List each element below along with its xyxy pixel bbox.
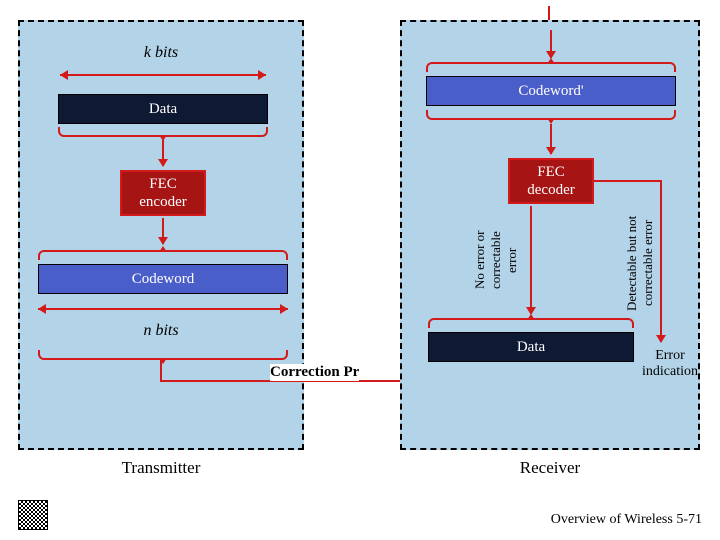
channel-path	[160, 360, 162, 382]
arrow-decoder-to-error	[660, 180, 662, 342]
transmitter-panel: k bits Data FEC encoder Codeword n bits …	[18, 20, 304, 450]
data-bottom-brace	[58, 127, 268, 137]
arrow-codeword-to-decoder	[550, 124, 552, 154]
fec-encoder-block: FEC encoder	[120, 170, 206, 216]
codeword-block: Codeword	[38, 264, 288, 294]
arrow-decoder-to-data	[530, 206, 532, 314]
n-bits-label: n bits	[20, 322, 302, 340]
codewordp-top-brace	[426, 62, 676, 72]
codeword-bottom-brace	[38, 350, 288, 360]
arrow-data-to-encoder	[162, 140, 164, 166]
detectable-label: Detectable but not correctable error	[624, 198, 656, 328]
data-top-brace	[428, 318, 634, 328]
transmitter-label: Transmitter	[20, 458, 302, 478]
k-bits-label: k bits	[20, 44, 302, 62]
footer-text: Overview of Wireless 5-71	[551, 512, 702, 528]
fec-decoder-block: FEC decoder	[508, 158, 594, 204]
codewordp-bottom-brace	[426, 110, 676, 120]
title-fragment: Correction Pr	[270, 364, 359, 381]
k-bits-dimension	[60, 74, 266, 76]
arrow-encoder-to-codeword	[162, 218, 164, 244]
arrow-in-receiver	[550, 30, 552, 58]
qr-code-icon	[18, 500, 48, 530]
error-indication-label: Error indication	[640, 348, 700, 380]
receiver-data-block: Data	[428, 332, 634, 362]
codeword-prime-block: Codeword'	[426, 76, 676, 106]
n-bits-dimension	[38, 308, 288, 310]
receiver-label: Receiver	[402, 458, 698, 478]
data-block: Data	[58, 94, 268, 124]
no-error-label: No error or correctable error	[472, 210, 512, 310]
codeword-top-brace	[38, 250, 288, 260]
receiver-panel: Codeword' FEC decoder No error or correc…	[400, 20, 700, 450]
decoder-right-connector	[594, 180, 662, 182]
